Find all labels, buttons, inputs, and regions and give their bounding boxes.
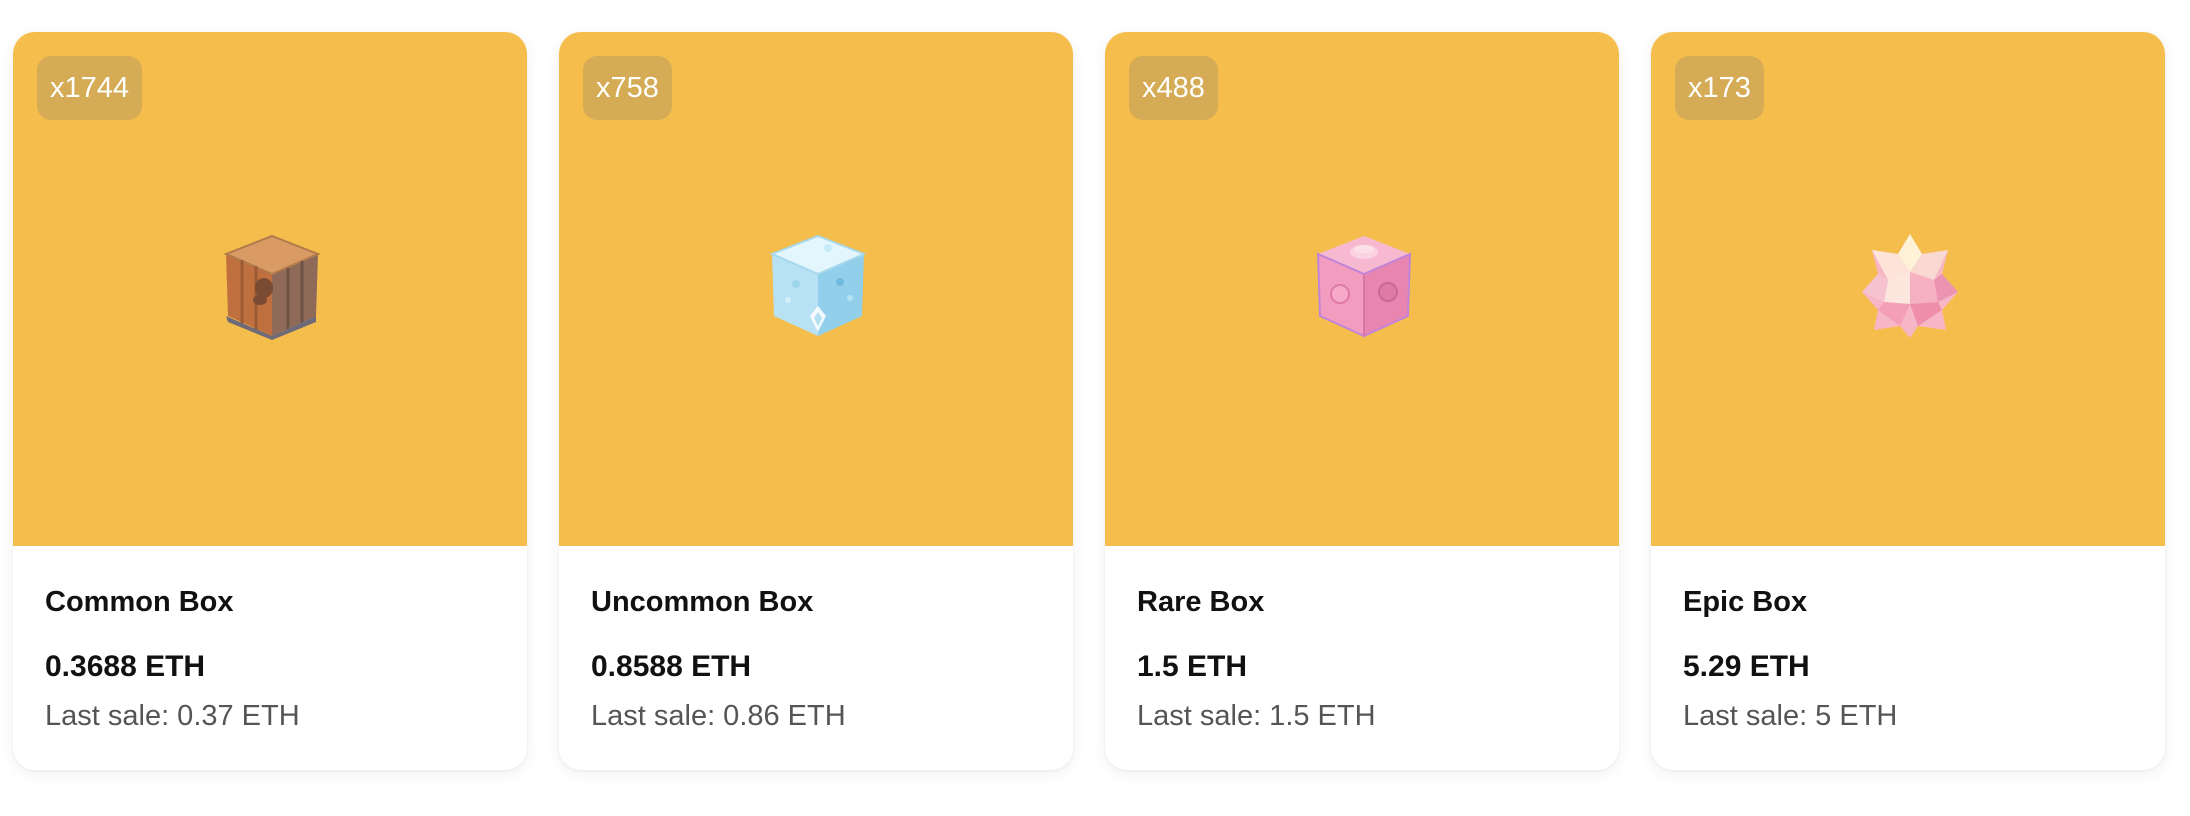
quantity-badge: x758 bbox=[583, 56, 672, 120]
box-name: Common Box bbox=[45, 586, 234, 618]
quantity-badge: x488 bbox=[1129, 56, 1218, 120]
card-info: Uncommon Box 0.8588 ETH Last sale: 0.86 … bbox=[559, 546, 1073, 734]
card-media: x488 bbox=[1105, 32, 1619, 546]
box-price: 1.5 ETH bbox=[1137, 650, 1248, 683]
wooden-box-icon bbox=[223, 234, 321, 340]
box-card-epic[interactable]: x173 Epic Box 5.29 ETH Last sale: 5 ETH bbox=[1651, 32, 2165, 770]
last-sale: Last sale: 5 ETH bbox=[1683, 700, 1898, 732]
card-media: x1744 bbox=[13, 32, 527, 546]
box-name: Rare Box bbox=[1137, 586, 1265, 618]
card-info: Rare Box 1.5 ETH Last sale: 1.5 ETH bbox=[1105, 546, 1619, 734]
box-price: 0.8588 ETH bbox=[591, 650, 752, 683]
quantity-badge: x173 bbox=[1675, 56, 1764, 120]
box-card-grid: x1744 Common Box 0.3688 ETH Last sale: 0… bbox=[13, 32, 2165, 770]
box-card-uncommon[interactable]: x758 Uncommon Box 0.8588 ETH Last sale: … bbox=[559, 32, 1073, 770]
quantity-badge: x1744 bbox=[37, 56, 143, 120]
card-media: x758 bbox=[559, 32, 1073, 546]
box-price: 0.3688 ETH bbox=[45, 650, 206, 683]
box-price: 5.29 ETH bbox=[1683, 650, 1810, 683]
box-name: Epic Box bbox=[1683, 586, 1808, 618]
card-info: Common Box 0.3688 ETH Last sale: 0.37 ET… bbox=[13, 546, 527, 734]
crystal-box-icon bbox=[1862, 234, 1958, 338]
pink-box-icon bbox=[1316, 236, 1412, 338]
box-card-rare[interactable]: x488 Rare Box 1.5 ETH Last sale: 1.5 ETH bbox=[1105, 32, 1619, 770]
card-media: x173 bbox=[1651, 32, 2165, 546]
box-name: Uncommon Box bbox=[591, 586, 814, 618]
box-card-common[interactable]: x1744 Common Box 0.3688 ETH Last sale: 0… bbox=[13, 32, 527, 770]
last-sale: Last sale: 1.5 ETH bbox=[1137, 700, 1376, 732]
last-sale: Last sale: 0.86 ETH bbox=[591, 700, 846, 732]
ice-box-icon bbox=[769, 234, 867, 336]
card-info: Epic Box 5.29 ETH Last sale: 5 ETH bbox=[1651, 546, 2165, 734]
last-sale: Last sale: 0.37 ETH bbox=[45, 700, 300, 732]
